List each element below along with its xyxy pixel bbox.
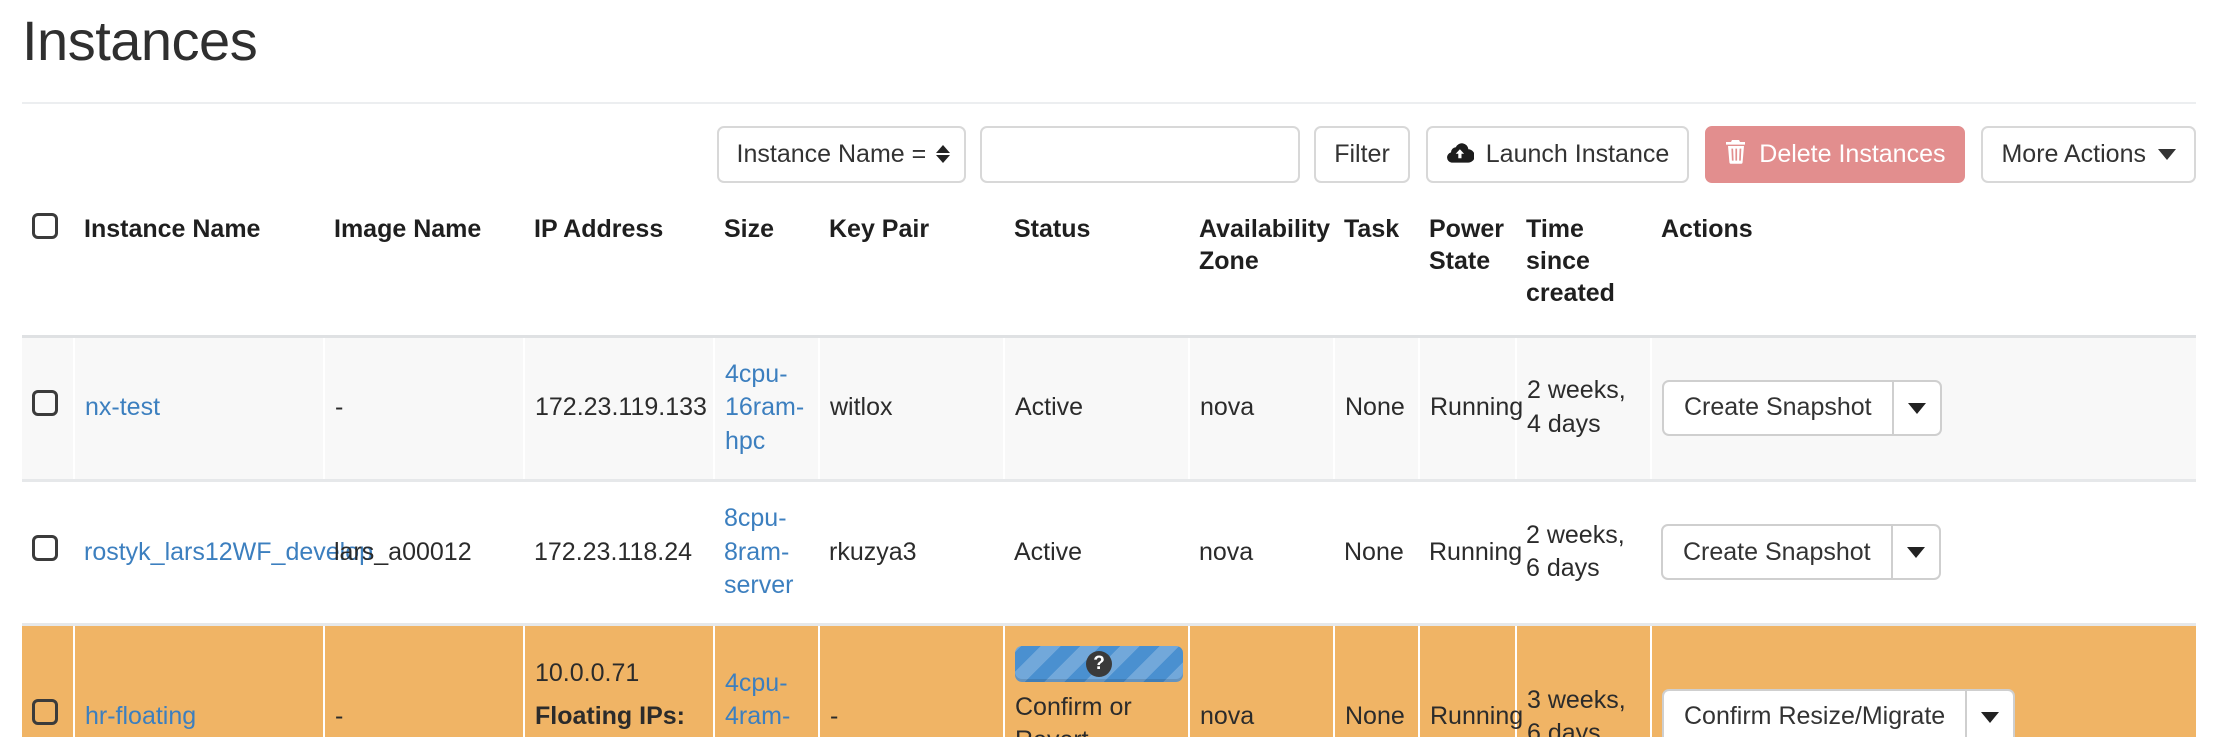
size-link[interactable]: 4cpu-16ram-hpc [725,360,804,456]
cell-task: None [1334,336,1420,482]
cell-ip-address: 172.23.118.24 [524,480,714,627]
trash-icon [1725,139,1747,169]
cell-status: ? Confirm or Revert Resize/Migrate [1004,624,1190,737]
cell-task: None [1334,624,1420,737]
filter-button[interactable]: Filter [1314,125,1410,183]
header-availability-zone[interactable]: Availability Zone [1189,200,1334,338]
cell-time-since-created: 2 weeks, 4 days [1516,336,1652,482]
status-label: Confirm or Revert Resize/Migrate [1015,693,1132,737]
header-status[interactable]: Status [1004,200,1189,338]
table-row: rostyk_lars12WF_develop lars_a00012 172.… [22,480,2196,627]
row-action-primary-button[interactable]: Create Snapshot [1664,382,1892,434]
row-checkbox[interactable] [32,390,58,417]
row-action-primary-button[interactable]: Confirm Resize/Migrate [1664,691,1965,737]
header-size[interactable]: Size [714,200,819,338]
header-time-since-created[interactable]: Time since created [1516,200,1651,338]
page-header: Instances [0,0,2218,72]
cell-power-state: Running [1419,624,1523,737]
cell-key-pair: witlox [819,336,1005,482]
cell-image-name: - [324,336,525,482]
cell-size: 4cpu-16ram-hpc [714,336,820,482]
cell-image-name: lars_a00012 [324,480,524,627]
header-actions: Actions [1651,200,2196,338]
cell-key-pair: - [819,624,1005,737]
row-action-dropdown-toggle[interactable] [1965,691,2013,737]
instance-name-link[interactable]: hr-floating [85,702,196,730]
row-select-cell [22,336,75,482]
filter-field-select[interactable]: Instance Name = [716,125,967,183]
size-link[interactable]: 8cpu-8ram-server [724,504,793,600]
row-select-cell [22,624,75,737]
cell-availability-zone: nova [1189,336,1335,482]
cell-availability-zone: nova [1189,480,1334,627]
floating-ip-label: Floating IPs: [535,702,685,731]
instances-table: Instance Name Image Name IP Address Size… [22,200,2196,737]
launch-instance-button[interactable]: Launch Instance [1425,125,1690,183]
select-all-checkbox[interactable] [32,212,58,239]
cell-status: Active [1004,480,1189,627]
cell-actions: Create Snapshot [1651,336,2196,482]
instances-page: Instances Instance Name = Filter Launch … [0,0,2218,737]
cell-task: None [1334,480,1419,627]
cell-ip-address: 172.23.119.133 [524,336,715,482]
table-row: hr-floating - 10.0.0.71 Floating IPs: 13… [22,624,2196,737]
status-progress-wrapper: ? Confirm or Revert Resize/Migrate [1015,646,1183,737]
spinner-updown-icon[interactable] [936,145,951,164]
cell-instance-name: nx-test [74,336,325,482]
cell-time-since-created: 2 weeks, 6 days [1516,480,1651,627]
header-task[interactable]: Task [1334,200,1419,338]
filter-search-input[interactable] [980,125,1301,183]
row-select-cell [22,480,74,627]
instance-name-link[interactable]: nx-test [85,393,160,421]
select-all-header [22,200,74,338]
row-action-dropdown-toggle[interactable] [1891,382,1940,435]
cell-instance-name: rostyk_lars12WF_develop [74,480,373,627]
row-action-dropdown-toggle[interactable] [1890,526,1939,579]
row-checkbox[interactable] [32,534,58,561]
cell-power-state: Running [1419,336,1523,482]
header-power-state[interactable]: Power State [1419,200,1516,338]
instance-name-link[interactable]: rostyk_lars12WF_develop [84,538,373,566]
cell-key-pair: rkuzya3 [819,480,1004,627]
more-actions-label: More Actions [2001,139,2146,168]
page-title: Instances [22,9,258,72]
cloud-upload-icon [1446,141,1475,168]
cell-power-state: Running [1419,480,1522,627]
row-action-primary-button[interactable]: Create Snapshot [1663,526,1891,578]
cell-instance-name: hr-floating [74,624,325,737]
size-link[interactable]: 4cpu-4ram-server [725,669,794,737]
cell-status: Active [1004,336,1190,482]
filter-field-select-label: Instance Name = [736,139,927,168]
cell-availability-zone: nova [1189,624,1335,737]
ip-address-value: 10.0.0.71 [535,658,640,687]
table-toolbar: Instance Name = Filter Launch Instance D… [0,104,2218,183]
question-mark-icon: ? [1086,651,1112,678]
cell-time-since-created: 3 weeks, 6 days [1516,624,1652,737]
row-checkbox[interactable] [32,699,58,726]
table-header-row: Instance Name Image Name IP Address Size… [22,200,2196,338]
launch-instance-label: Launch Instance [1485,139,1670,168]
cell-image-name: - [324,624,525,737]
table-row: nx-test - 172.23.119.133 4cpu-16ram-hpc … [22,336,2196,482]
row-action-split-button: Create Snapshot [1661,524,1941,581]
delete-instances-button[interactable]: Delete Instances [1705,125,1966,183]
caret-down-icon [1981,711,2000,723]
more-actions-button[interactable]: More Actions [1981,125,2196,183]
cell-actions: Create Snapshot [1651,480,2196,627]
header-instance-name[interactable]: Instance Name [74,200,324,338]
caret-down-icon [1907,402,1926,414]
cell-actions: Confirm Resize/Migrate [1651,624,2196,737]
caret-down-icon [1906,546,1925,558]
header-image-name[interactable]: Image Name [324,200,524,338]
delete-instances-label: Delete Instances [1759,139,1946,168]
status-progress-bar: ? [1015,646,1183,683]
row-action-split-button: Confirm Resize/Migrate [1662,689,2016,737]
cell-ip-address: 10.0.0.71 Floating IPs: 130.60.24.95 [524,624,715,737]
caret-down-icon [2158,148,2176,160]
cell-size: 4cpu-4ram-server [714,624,820,737]
row-action-split-button: Create Snapshot [1662,380,1942,437]
header-ip-address[interactable]: IP Address [524,200,714,338]
cell-size: 8cpu-8ram-server [714,480,819,627]
header-key-pair[interactable]: Key Pair [819,200,1004,338]
